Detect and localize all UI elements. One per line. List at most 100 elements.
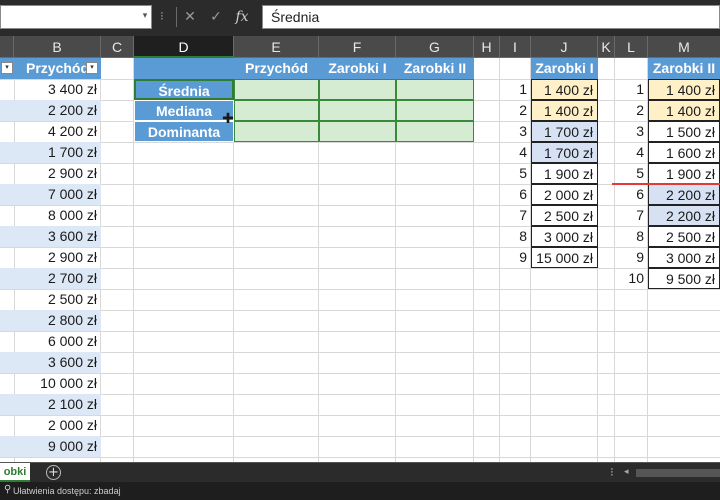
table-cell[interactable] bbox=[0, 289, 14, 310]
stats-cell[interactable] bbox=[234, 121, 319, 142]
table-cell[interactable] bbox=[0, 142, 14, 163]
zarobki-ii-cell[interactable]: 9 500 zł bbox=[648, 268, 720, 289]
column-header-b[interactable]: B bbox=[14, 36, 101, 58]
table-cell[interactable] bbox=[0, 352, 14, 373]
przychod-cell[interactable]: 8 000 zł bbox=[14, 205, 101, 226]
stats-cell[interactable] bbox=[396, 79, 474, 100]
column-header-f[interactable]: F bbox=[319, 36, 396, 58]
table-cell[interactable] bbox=[0, 205, 14, 226]
cancel-icon[interactable]: ✕ bbox=[178, 6, 202, 28]
stats-cell[interactable] bbox=[234, 100, 319, 121]
table-cell[interactable] bbox=[0, 436, 14, 457]
column-header-l[interactable]: L bbox=[615, 36, 648, 58]
sheet-tab[interactable]: obki bbox=[0, 463, 30, 482]
zarobki-ii-cell[interactable]: 2 200 zł bbox=[648, 184, 720, 205]
name-box-dropdown-icon[interactable]: ▾ bbox=[140, 10, 150, 22]
stats-row-mediana[interactable]: Mediana bbox=[134, 100, 234, 121]
column-header-k[interactable]: K bbox=[598, 36, 615, 58]
przychod-cell[interactable]: 7 000 zł bbox=[14, 184, 101, 205]
przychod-cell[interactable]: 2 100 zł bbox=[14, 394, 101, 415]
formula-input[interactable]: Średnia bbox=[262, 5, 720, 29]
column-header-c[interactable]: C bbox=[101, 36, 134, 58]
column-header-d[interactable]: D bbox=[134, 36, 234, 58]
przychod-cell[interactable]: 2 900 zł bbox=[14, 163, 101, 184]
przychod-cell[interactable]: 6 000 zł bbox=[14, 331, 101, 352]
column-header-i[interactable]: I bbox=[500, 36, 531, 58]
stats-cell[interactable] bbox=[396, 121, 474, 142]
table-cell[interactable] bbox=[0, 373, 14, 394]
zarobki-i-index[interactable]: 8 bbox=[500, 226, 531, 247]
zarobki-i-index[interactable]: 6 bbox=[500, 184, 531, 205]
column-header-e[interactable]: E bbox=[234, 36, 319, 58]
przychod-cell[interactable]: 4 200 zł bbox=[14, 121, 101, 142]
zarobki-ii-cell[interactable]: 1 400 zł bbox=[648, 79, 720, 100]
zarobki-i-cell[interactable]: 1 700 zł bbox=[531, 142, 598, 163]
zarobki-i-index[interactable]: 4 bbox=[500, 142, 531, 163]
przychod-cell[interactable]: 1 700 zł bbox=[14, 142, 101, 163]
przychod-cell[interactable]: 2 000 zł bbox=[14, 415, 101, 436]
zarobki-ii-cell[interactable]: 1 400 zł bbox=[648, 100, 720, 121]
zarobki-ii-index[interactable]: 1 bbox=[615, 79, 648, 100]
filter-dropdown-icon[interactable]: ▾ bbox=[1, 62, 13, 74]
zarobki-i-index[interactable]: 1 bbox=[500, 79, 531, 100]
stats-row-srednia[interactable]: Średnia bbox=[134, 79, 234, 100]
table-cell[interactable] bbox=[0, 394, 14, 415]
table-cell[interactable] bbox=[0, 331, 14, 352]
horizontal-scrollbar[interactable] bbox=[636, 469, 720, 477]
przychod-cell[interactable]: 2 800 zł bbox=[14, 310, 101, 331]
table-cell[interactable] bbox=[0, 79, 14, 100]
zarobki-ii-index[interactable]: 8 bbox=[615, 226, 648, 247]
przychod-cell[interactable]: 3 600 zł bbox=[14, 226, 101, 247]
zarobki-ii-index[interactable]: 6 bbox=[615, 184, 648, 205]
zarobki-ii-cell[interactable]: 3 000 zł bbox=[648, 247, 720, 268]
zarobki-ii-cell[interactable]: 1 500 zł bbox=[648, 121, 720, 142]
zarobki-ii-cell[interactable]: 2 200 zł bbox=[648, 205, 720, 226]
table-cell[interactable] bbox=[0, 415, 14, 436]
przychod-cell[interactable]: 3 400 zł bbox=[14, 79, 101, 100]
column-header-a-partial[interactable] bbox=[0, 36, 14, 58]
table-cell[interactable] bbox=[0, 247, 14, 268]
stats-row-dominanta[interactable]: Dominanta bbox=[134, 121, 234, 142]
zarobki-i-cell[interactable]: 1 400 zł bbox=[531, 100, 598, 121]
zarobki-i-index[interactable]: 7 bbox=[500, 205, 531, 226]
spreadsheet-grid[interactable]: ▾ Przychód ▾ 3 400 zł 2 200 zł 4 200 zł 1 7… bbox=[0, 58, 720, 462]
column-header-h[interactable]: H bbox=[474, 36, 500, 58]
zarobki-i-cell[interactable]: 3 000 zł bbox=[531, 226, 598, 247]
column-header-j[interactable]: J bbox=[531, 36, 598, 58]
zarobki-i-cell[interactable]: 1 900 zł bbox=[531, 163, 598, 184]
zarobki-ii-index[interactable]: 4 bbox=[615, 142, 648, 163]
zarobki-i-index[interactable]: 5 bbox=[500, 163, 531, 184]
zarobki-ii-index[interactable]: 7 bbox=[615, 205, 648, 226]
przychod-cell[interactable]: 9 000 zł bbox=[14, 436, 101, 457]
zarobki-ii-cell[interactable]: 1 900 zł bbox=[648, 163, 720, 184]
zarobki-i-cell[interactable]: 1 400 zł bbox=[531, 79, 598, 100]
scroll-left-icon[interactable]: ◂ bbox=[624, 467, 629, 477]
name-box[interactable] bbox=[0, 5, 152, 29]
stats-cell[interactable] bbox=[319, 100, 396, 121]
zarobki-ii-index[interactable]: 9 bbox=[615, 247, 648, 268]
zarobki-i-index[interactable]: 3 bbox=[500, 121, 531, 142]
stats-cell[interactable] bbox=[396, 100, 474, 121]
przychod-cell[interactable]: 2 500 zł bbox=[14, 289, 101, 310]
przychod-cell[interactable]: 10 000 zł bbox=[14, 373, 101, 394]
accessibility-status[interactable]: Ułatwienia dostępu: zbadaj bbox=[13, 484, 121, 498]
zarobki-ii-index[interactable]: 5 bbox=[615, 163, 648, 184]
stats-cell[interactable] bbox=[319, 121, 396, 142]
zarobki-ii-cell[interactable]: 2 500 zł bbox=[648, 226, 720, 247]
table-cell[interactable] bbox=[0, 121, 14, 142]
column-header-m[interactable]: M bbox=[648, 36, 720, 58]
zarobki-i-cell[interactable]: 1 700 zł bbox=[531, 121, 598, 142]
table-cell[interactable] bbox=[0, 310, 14, 331]
insert-function-icon[interactable]: fx bbox=[230, 6, 254, 28]
zarobki-ii-cell[interactable]: 1 600 zł bbox=[648, 142, 720, 163]
table-cell[interactable] bbox=[0, 268, 14, 289]
table-cell[interactable] bbox=[0, 100, 14, 121]
zarobki-ii-index[interactable]: 2 bbox=[615, 100, 648, 121]
zarobki-i-cell[interactable]: 2 500 zł bbox=[531, 205, 598, 226]
zarobki-i-cell[interactable]: 15 000 zł bbox=[531, 247, 598, 268]
zarobki-i-index[interactable]: 2 bbox=[500, 100, 531, 121]
confirm-icon[interactable]: ✓ bbox=[204, 6, 228, 28]
zarobki-i-index[interactable]: 9 bbox=[500, 247, 531, 268]
add-sheet-icon[interactable]: + bbox=[46, 465, 61, 480]
table-cell[interactable] bbox=[0, 184, 14, 205]
